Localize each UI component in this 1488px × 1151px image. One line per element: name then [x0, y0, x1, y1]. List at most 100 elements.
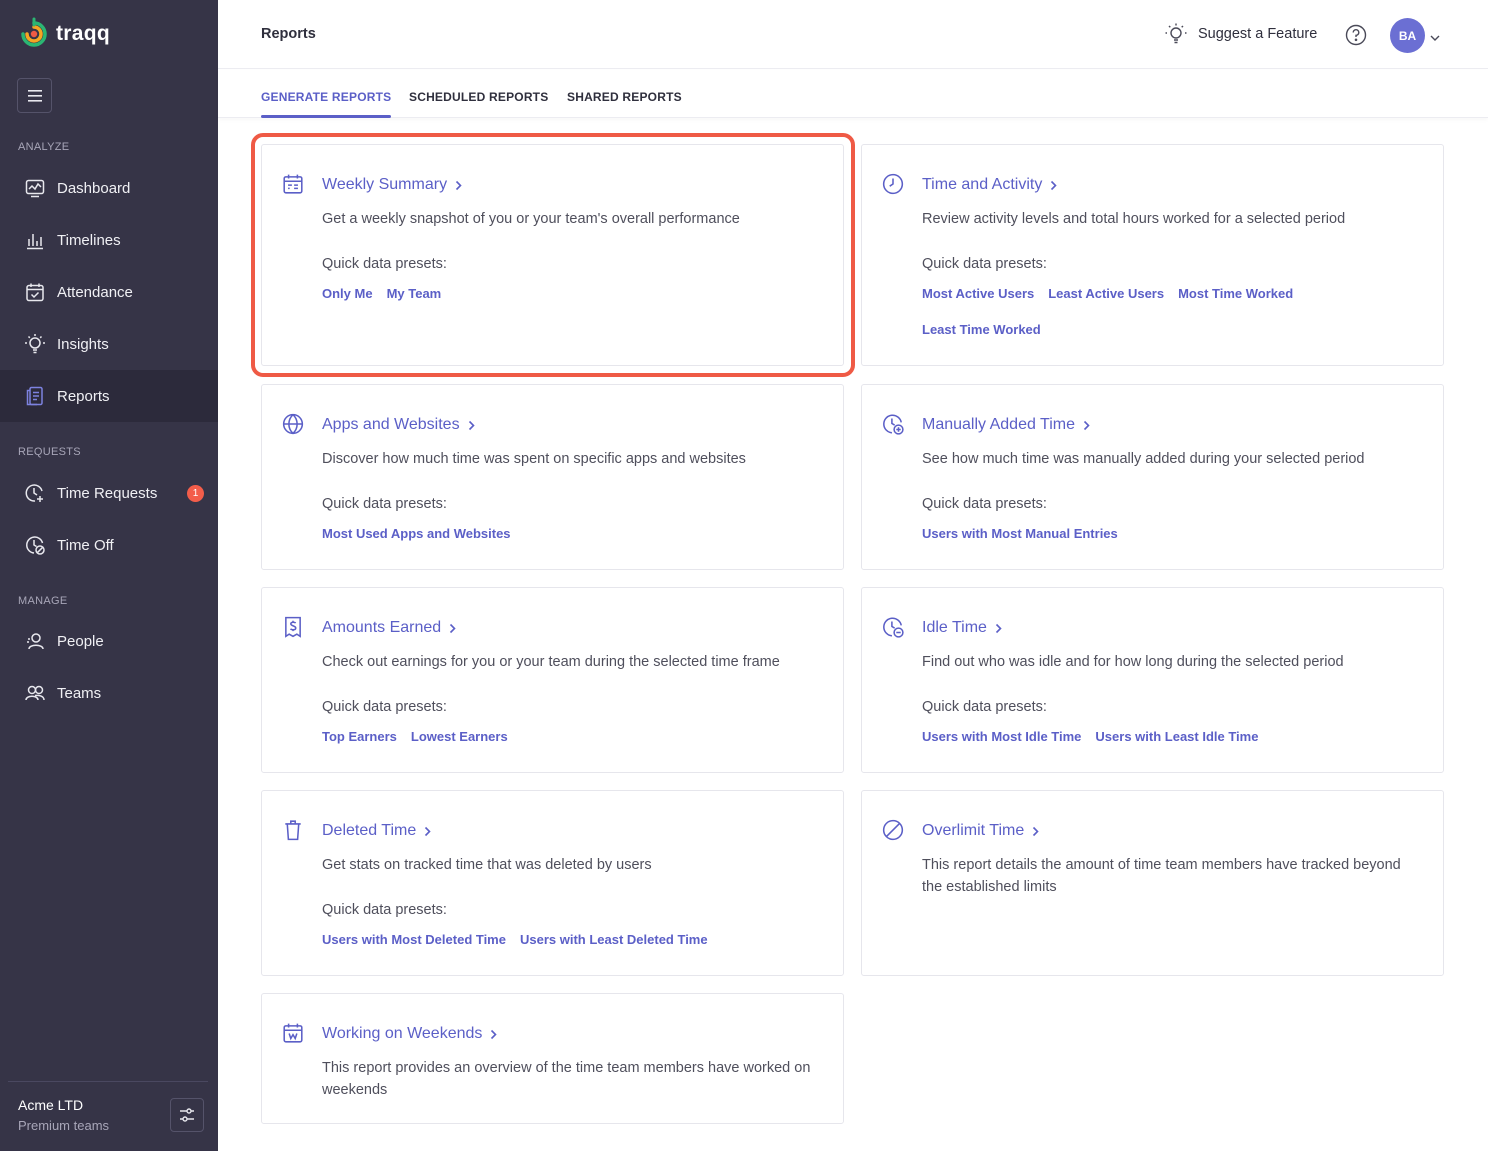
chevron-right-icon	[425, 826, 431, 836]
presets-label: Quick data presets:	[922, 256, 1047, 272]
report-title-text: Overlimit Time	[922, 822, 1025, 839]
help-button[interactable]	[1345, 24, 1367, 51]
calendar-weekend-icon	[283, 1023, 303, 1043]
menu-toggle-button[interactable]	[17, 78, 52, 113]
preset-link[interactable]: Most Time Worked	[1178, 285, 1293, 303]
prohibited-icon	[882, 819, 904, 841]
report-card-amounts-earned[interactable]: Amounts Earned Check out earnings for you…	[261, 587, 844, 773]
report-title-text: Apps and Websites	[322, 416, 460, 433]
report-card-title[interactable]: Deleted Time	[322, 822, 431, 840]
sidebar-item-time-requests[interactable]: Time Requests 1	[0, 467, 218, 519]
chevron-right-icon	[491, 1029, 498, 1039]
preset-link[interactable]: Users with Most Idle Time	[922, 728, 1081, 746]
report-title-text: Manually Added Time	[922, 416, 1075, 433]
preset-link[interactable]: Most Active Users	[922, 285, 1034, 303]
report-card-deleted-time[interactable]: Deleted Time Get stats on tracked time th…	[261, 790, 844, 976]
dashboard-icon	[24, 177, 46, 199]
report-card-description: Find out who was idle and for how long d…	[922, 654, 1344, 670]
presets-label: Quick data presets:	[322, 902, 447, 918]
report-card-overlimit-time[interactable]: Overlimit Time This report details the am…	[861, 790, 1444, 976]
tab-shared-reports[interactable]: SHARED REPORTS	[567, 90, 682, 118]
preset-link[interactable]: Users with Least Idle Time	[1095, 728, 1258, 746]
sidebar-item-label: Time Off	[57, 536, 114, 554]
preset-link[interactable]: Least Active Users	[1048, 285, 1164, 303]
sidebar-item-attendance[interactable]: Attendance	[0, 266, 218, 318]
brand-name: traqq	[56, 21, 110, 45]
report-card-description: This report provides an overview of the …	[322, 1060, 811, 1098]
time-off-icon	[24, 534, 46, 556]
preset-link[interactable]: Top Earners	[322, 728, 397, 746]
sidebar-item-reports[interactable]: Reports	[0, 370, 218, 422]
lightbulb-icon	[1165, 23, 1187, 44]
report-card-description: Check out earnings for you or your team …	[322, 654, 780, 670]
sidebar-item-people[interactable]: People	[0, 615, 218, 667]
traqq-logo-icon	[21, 17, 47, 47]
preset-link[interactable]: Users with Most Deleted Time	[322, 931, 506, 949]
preset-list: Users with Most Deleted Time Users with L…	[322, 931, 822, 949]
report-title-text: Idle Time	[922, 619, 987, 636]
clock-icon	[882, 173, 904, 195]
suggest-feature-button[interactable]: Suggest a Feature	[1164, 22, 1317, 46]
preset-link[interactable]: Users with Least Deleted Time	[520, 931, 708, 949]
preset-link[interactable]: Lowest Earners	[411, 728, 508, 746]
chevron-right-icon	[1033, 826, 1039, 836]
report-card-title[interactable]: Apps and Websites	[322, 416, 475, 434]
sidebar-item-label: Teams	[57, 684, 102, 702]
sidebar: traqq ANALYZE Dashboard Timelines Attend…	[0, 0, 218, 1151]
report-title-text: Amounts Earned	[322, 619, 442, 636]
sidebar-item-teams[interactable]: Teams	[0, 667, 218, 719]
report-card-title[interactable]: Working on Weekends	[322, 1025, 498, 1043]
chevron-right-icon	[1083, 420, 1090, 430]
report-card-description: See how much time was manually added dur…	[922, 451, 1365, 467]
highlight-box	[251, 133, 855, 377]
report-card-manually-added-time[interactable]: Manually Added Time See how much time was…	[861, 384, 1444, 570]
preset-list: Users with Most Idle Time Users with Leas…	[922, 728, 1422, 746]
reports-icon	[24, 385, 46, 407]
chevron-down-icon[interactable]	[1430, 29, 1440, 47]
insights-icon	[24, 333, 46, 355]
report-card-working-on-weekends[interactable]: Working on Weekends This report provides …	[261, 993, 844, 1124]
user-avatar[interactable]: BA	[1390, 18, 1425, 53]
notification-badge: 1	[187, 485, 204, 502]
sidebar-item-label: Insights	[57, 335, 109, 353]
report-card-description: Discover how much time was spent on spec…	[322, 451, 746, 467]
preset-link[interactable]: Least Time Worked	[922, 321, 1041, 339]
brand-logo[interactable]: traqq	[20, 17, 110, 50]
sidebar-item-insights[interactable]: Insights	[0, 318, 218, 370]
sidebar-item-timelines[interactable]: Timelines	[0, 214, 218, 266]
report-card-title[interactable]: Manually Added Time	[922, 416, 1090, 434]
clock-minus-icon	[883, 617, 904, 638]
report-card-apps-and-websites[interactable]: Apps and Websites Discover how much time …	[261, 384, 844, 570]
report-card-idle-time[interactable]: Idle Time Find out who was idle and for h…	[861, 587, 1444, 773]
presets-label: Quick data presets:	[922, 699, 1047, 715]
chevron-right-icon	[1051, 180, 1057, 190]
report-card-description: Review activity levels and total hours w…	[922, 211, 1346, 227]
sidebar-item-time-off[interactable]: Time Off	[0, 519, 218, 571]
org-name: Acme LTD	[18, 1097, 84, 1113]
divider	[8, 1081, 208, 1082]
report-card-title[interactable]: Idle Time	[922, 619, 1002, 637]
report-card-description: This report details the amount of time t…	[922, 857, 1401, 895]
attendance-icon	[24, 281, 46, 303]
preset-link[interactable]: Users with Most Manual Entries	[922, 525, 1118, 543]
report-card-title[interactable]: Overlimit Time	[922, 822, 1039, 840]
report-card-title[interactable]: Amounts Earned	[322, 619, 456, 637]
preset-list: Most Used Apps and Websites	[322, 525, 822, 543]
chevron-right-icon	[450, 623, 456, 633]
preset-link[interactable]: Most Used Apps and Websites	[322, 525, 511, 543]
report-card-title[interactable]: Time and Activity	[922, 176, 1057, 194]
teams-icon	[24, 682, 46, 704]
org-settings-button[interactable]	[170, 1098, 204, 1132]
timelines-icon	[24, 229, 46, 251]
sidebar-item-label: Attendance	[57, 283, 133, 301]
section-label-manage: MANAGE	[18, 595, 68, 607]
sidebar-item-dashboard[interactable]: Dashboard	[0, 162, 218, 214]
tab-scheduled-reports[interactable]: SCHEDULED REPORTS	[409, 90, 548, 118]
trash-icon	[285, 820, 301, 841]
report-title-text: Time and Activity	[922, 176, 1043, 193]
preset-list: Users with Most Manual Entries	[922, 525, 1422, 543]
report-card-time-and-activity[interactable]: Time and Activity Review activity levels …	[861, 144, 1444, 366]
report-card-description: Get stats on tracked time that was delet…	[322, 857, 652, 873]
tab-generate-reports[interactable]: GENERATE REPORTS	[261, 90, 392, 118]
presets-label: Quick data presets:	[322, 496, 447, 512]
